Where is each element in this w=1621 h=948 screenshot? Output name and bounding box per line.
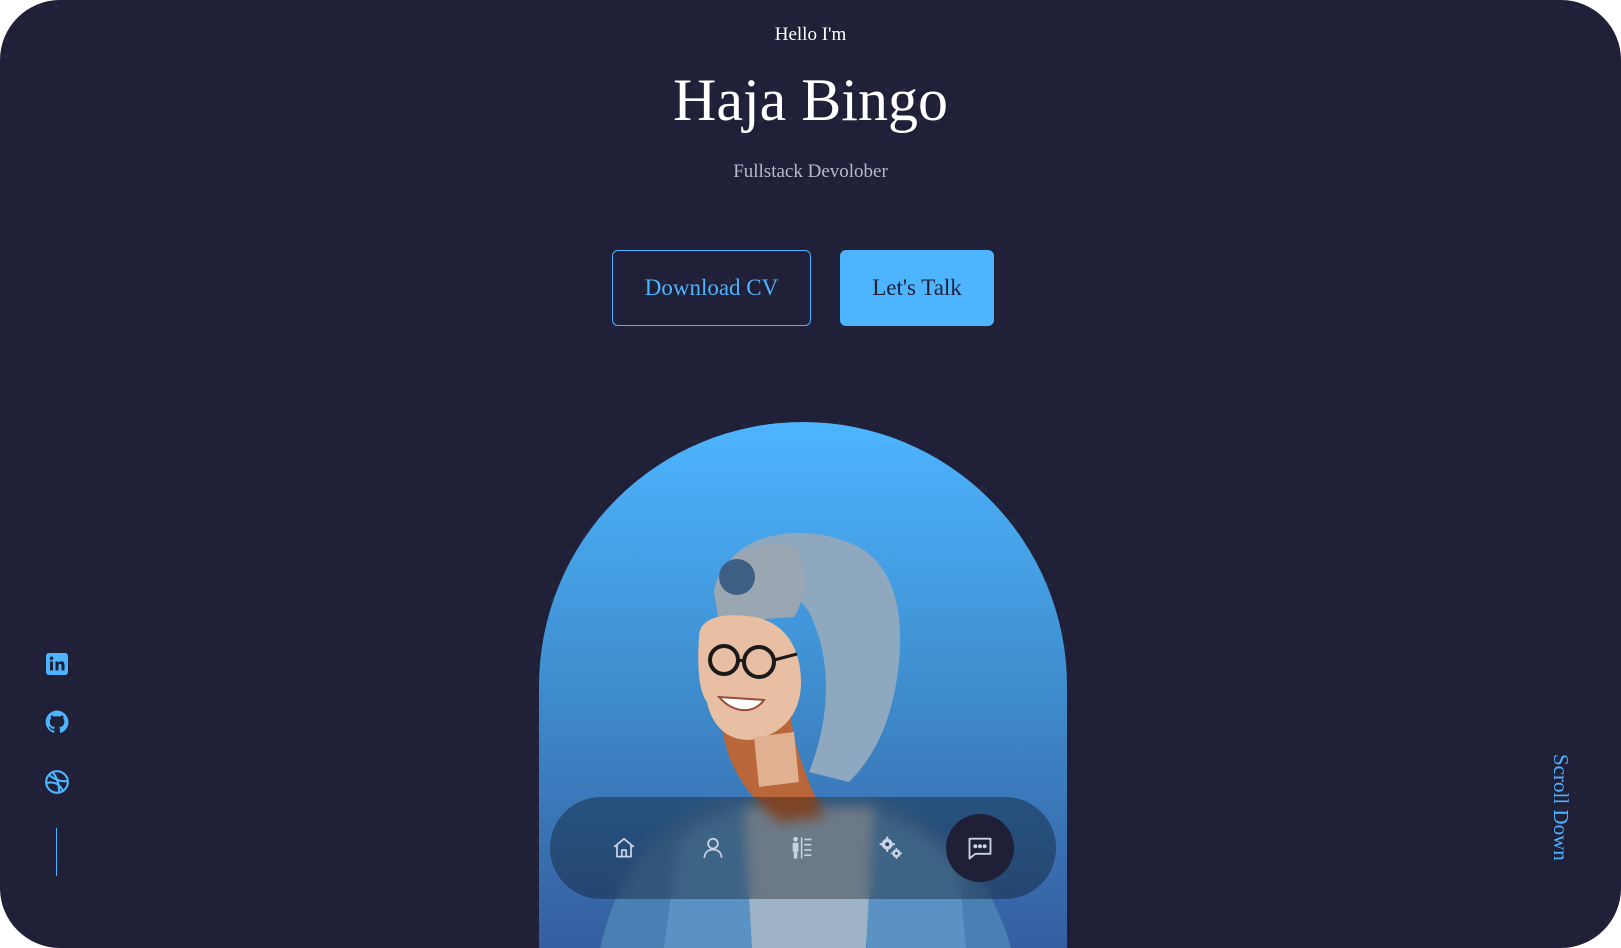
greeting-text: Hello I'm bbox=[774, 24, 847, 45]
chat-message-icon bbox=[968, 837, 992, 860]
nav-contact[interactable] bbox=[946, 814, 1014, 882]
experience-icon bbox=[792, 836, 812, 859]
scroll-down-link[interactable]: Scroll Down bbox=[1548, 754, 1573, 861]
role-subtitle: Fullstack Devolober bbox=[733, 161, 888, 182]
bottom-nav bbox=[550, 797, 1056, 899]
nav-home[interactable] bbox=[590, 814, 658, 882]
linkedin-icon[interactable] bbox=[43, 650, 71, 678]
social-divider-line bbox=[56, 828, 57, 876]
nav-experience[interactable] bbox=[768, 814, 836, 882]
download-cv-button[interactable]: Download CV bbox=[612, 250, 811, 326]
nav-about[interactable] bbox=[679, 814, 747, 882]
dribbble-icon[interactable] bbox=[43, 768, 71, 796]
person-name: Haja Bingo bbox=[673, 67, 948, 133]
github-icon[interactable] bbox=[43, 708, 71, 736]
portfolio-hero: Hello I'm Haja Bingo Fullstack Devolober… bbox=[0, 0, 1621, 948]
services-gears-icon bbox=[879, 836, 903, 860]
user-icon bbox=[703, 837, 723, 858]
home-icon bbox=[613, 837, 635, 858]
nav-services[interactable] bbox=[857, 814, 925, 882]
lets-talk-button[interactable]: Let's Talk bbox=[840, 250, 994, 326]
